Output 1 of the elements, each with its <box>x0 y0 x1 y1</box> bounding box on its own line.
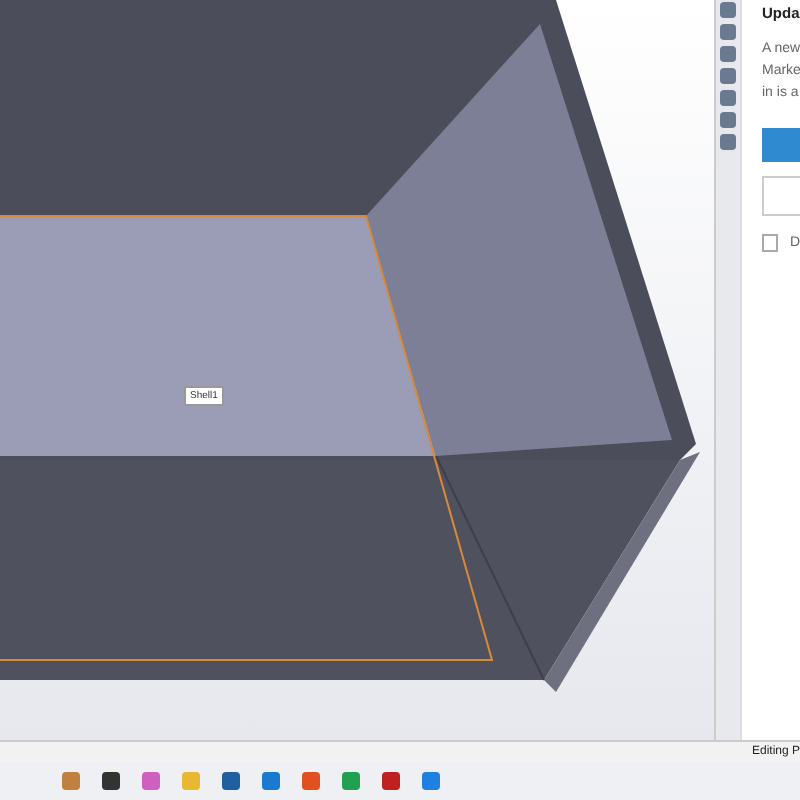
checkbox[interactable] <box>762 234 778 252</box>
